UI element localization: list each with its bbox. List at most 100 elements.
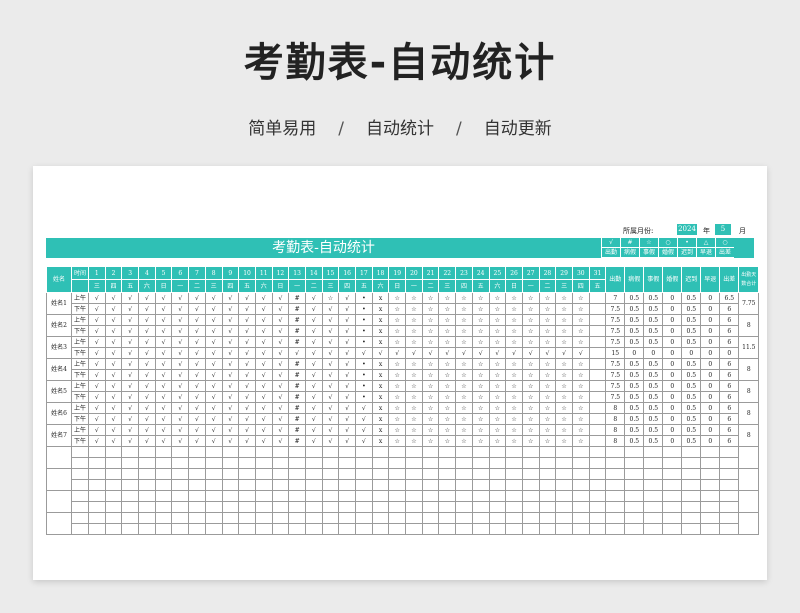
attendance-cell[interactable]: √ (271, 347, 290, 359)
empty-cell[interactable] (588, 512, 607, 524)
attendance-cell[interactable]: √ (254, 303, 273, 315)
attendance-cell[interactable]: √ (171, 336, 190, 348)
attendance-cell[interactable]: √ (88, 380, 106, 392)
attendance-cell[interactable]: √ (338, 325, 356, 337)
attendance-cell[interactable]: √ (271, 325, 290, 337)
attendance-cell[interactable]: ☆ (571, 314, 590, 326)
empty-cell[interactable] (254, 479, 273, 491)
attendance-cell[interactable]: ☆ (438, 303, 457, 315)
attendance-cell[interactable]: √ (188, 347, 206, 359)
empty-cell[interactable] (455, 446, 473, 458)
attendance-cell[interactable]: ☆ (571, 435, 590, 447)
attendance-cell[interactable]: √ (171, 391, 190, 403)
attendance-cell[interactable]: ☆ (388, 402, 407, 414)
attendance-cell[interactable]: ☆ (455, 413, 473, 425)
empty-cell[interactable] (104, 523, 123, 535)
attendance-cell[interactable]: √ (171, 347, 190, 359)
empty-cell[interactable] (254, 457, 273, 469)
attendance-cell[interactable]: √ (254, 402, 273, 414)
empty-cell[interactable] (338, 479, 356, 491)
attendance-cell[interactable]: √ (154, 424, 173, 436)
empty-cell[interactable] (555, 490, 573, 502)
attendance-cell[interactable]: √ (221, 314, 240, 326)
attendance-cell[interactable]: √ (104, 314, 123, 326)
attendance-cell[interactable]: ☆ (521, 358, 540, 370)
attendance-cell[interactable]: ☆ (455, 402, 473, 414)
attendance-cell[interactable]: ☆ (471, 369, 490, 381)
empty-cell[interactable] (538, 523, 557, 535)
attendance-cell[interactable]: √ (338, 336, 356, 348)
attendance-cell[interactable]: √ (304, 314, 323, 326)
attendance-cell[interactable]: √ (271, 358, 290, 370)
empty-cell[interactable] (221, 468, 240, 480)
attendance-cell[interactable]: x (371, 292, 390, 304)
year-field[interactable]: 2024 (677, 224, 697, 235)
attendance-cell[interactable]: √ (121, 303, 140, 315)
attendance-cell[interactable]: ☆ (538, 325, 557, 337)
empty-cell[interactable] (421, 490, 440, 502)
attendance-cell[interactable]: ☆ (521, 369, 540, 381)
empty-cell[interactable] (405, 468, 423, 480)
attendance-cell[interactable]: x (371, 303, 390, 315)
attendance-cell[interactable]: ☆ (505, 402, 523, 414)
attendance-cell[interactable]: √ (304, 402, 323, 414)
attendance-cell[interactable]: √ (438, 347, 457, 359)
empty-cell[interactable] (588, 457, 607, 469)
empty-cell[interactable] (154, 479, 173, 491)
attendance-cell[interactable]: √ (154, 358, 173, 370)
attendance-cell[interactable]: √ (254, 358, 273, 370)
attendance-cell[interactable]: √ (304, 380, 323, 392)
empty-cell[interactable] (271, 479, 290, 491)
attendance-cell[interactable]: √ (221, 391, 240, 403)
attendance-cell[interactable]: ☆ (438, 292, 457, 304)
attendance-cell[interactable]: ☆ (438, 325, 457, 337)
attendance-cell[interactable]: x (371, 435, 390, 447)
attendance-cell[interactable]: ☆ (421, 402, 440, 414)
attendance-cell[interactable]: ☆ (388, 303, 407, 315)
attendance-cell[interactable]: √ (171, 413, 190, 425)
attendance-cell[interactable]: √ (555, 347, 573, 359)
empty-cell[interactable] (538, 468, 557, 480)
attendance-cell[interactable]: x (371, 391, 390, 403)
attendance-cell[interactable]: √ (154, 325, 173, 337)
empty-cell[interactable] (238, 446, 256, 458)
attendance-cell[interactable]: ☆ (388, 336, 407, 348)
empty-cell[interactable] (355, 501, 373, 513)
attendance-cell[interactable]: √ (254, 292, 273, 304)
empty-cell[interactable] (121, 479, 140, 491)
attendance-cell[interactable]: √ (121, 369, 140, 381)
empty-cell[interactable] (88, 512, 106, 524)
attendance-cell[interactable]: √ (321, 402, 340, 414)
attendance-cell[interactable] (588, 402, 607, 414)
attendance-cell[interactable]: ☆ (405, 292, 423, 304)
attendance-cell[interactable]: # (288, 413, 306, 425)
empty-cell[interactable] (471, 523, 490, 535)
empty-cell[interactable] (204, 490, 223, 502)
empty-cell[interactable] (271, 512, 290, 524)
empty-cell[interactable] (588, 446, 607, 458)
attendance-cell[interactable]: √ (304, 424, 323, 436)
empty-cell[interactable] (455, 523, 473, 535)
attendance-cell[interactable]: x (371, 336, 390, 348)
attendance-cell[interactable]: √ (338, 413, 356, 425)
empty-cell[interactable] (388, 523, 407, 535)
empty-cell[interactable] (204, 523, 223, 535)
empty-cell[interactable] (371, 479, 390, 491)
empty-cell[interactable] (221, 479, 240, 491)
attendance-cell[interactable]: ☆ (488, 314, 507, 326)
attendance-cell[interactable]: √ (238, 292, 256, 304)
attendance-cell[interactable]: ☆ (405, 303, 423, 315)
empty-cell[interactable] (304, 446, 323, 458)
attendance-cell[interactable]: √ (154, 292, 173, 304)
attendance-cell[interactable]: √ (88, 347, 106, 359)
attendance-cell[interactable]: ☆ (505, 325, 523, 337)
empty-cell[interactable] (288, 468, 306, 480)
attendance-cell[interactable]: • (355, 369, 373, 381)
empty-cell[interactable] (538, 490, 557, 502)
attendance-cell[interactable]: √ (138, 314, 156, 326)
attendance-cell[interactable]: √ (271, 402, 290, 414)
attendance-cell[interactable]: √ (204, 402, 223, 414)
attendance-cell[interactable]: √ (505, 347, 523, 359)
attendance-cell[interactable]: √ (88, 413, 106, 425)
attendance-cell[interactable]: √ (254, 314, 273, 326)
